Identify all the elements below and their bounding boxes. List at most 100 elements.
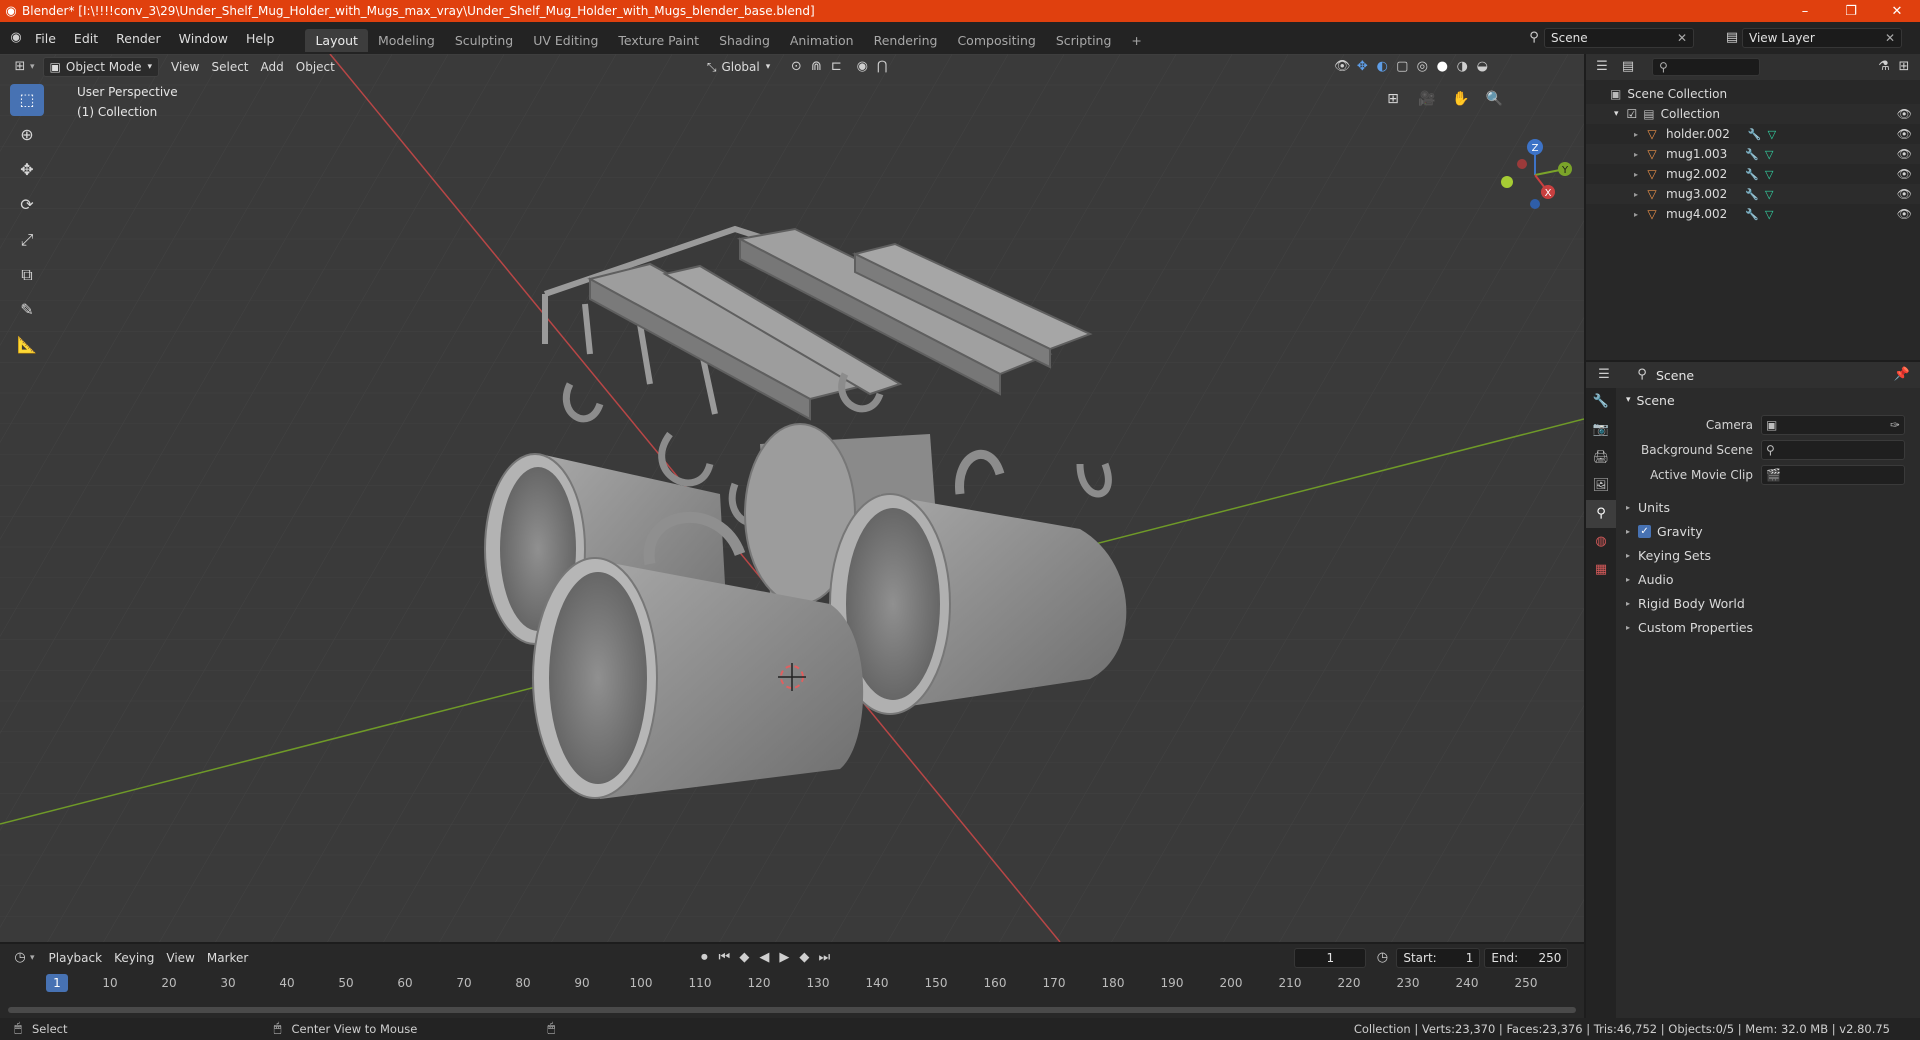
viewport-menu-view[interactable]: View <box>165 57 205 77</box>
shading-rendered-icon[interactable]: ◒ <box>1472 57 1492 77</box>
mesh-data-icon[interactable]: ▽ <box>1765 188 1773 201</box>
play-reverse-icon[interactable]: ◀ <box>754 948 774 968</box>
tab-shading[interactable]: Shading <box>709 29 780 52</box>
minimize-button[interactable]: – <box>1782 4 1828 19</box>
tool-settings-tab-icon[interactable]: 🔧 <box>1586 388 1616 416</box>
tab-uv-editing[interactable]: UV Editing <box>523 29 608 52</box>
menu-help[interactable]: Help <box>237 31 284 46</box>
outliner-item-mug2[interactable]: ▸ ▽ mug2.002 🔧 ▽ 👁 <box>1586 164 1920 184</box>
modifier-wrench-icon[interactable]: 🔧 <box>1745 208 1759 221</box>
tab-layout[interactable]: Layout <box>305 29 368 52</box>
gizmo-toggle-icon[interactable]: ✥ <box>1352 57 1372 77</box>
visibility-eye-icon[interactable]: 👁 <box>1897 207 1912 221</box>
camera-field[interactable]: ▣ ✑ <box>1761 414 1905 435</box>
expand-chevron-icon[interactable]: ▸ <box>1634 190 1638 199</box>
scene-tab-icon[interactable]: ⚲ <box>1586 500 1616 528</box>
viewport-menu-object[interactable]: Object <box>290 57 341 77</box>
new-collection-icon[interactable]: ⊞ <box>1894 57 1914 77</box>
timeline-menu-view[interactable]: View <box>160 948 200 968</box>
jump-start-icon[interactable]: ⏮ <box>714 948 734 968</box>
tab-sculpting[interactable]: Sculpting <box>445 29 523 52</box>
pan-hand-icon[interactable]: ✋ <box>1448 86 1474 112</box>
filter-icon[interactable]: ⚗ <box>1874 57 1894 77</box>
preview-range-icon[interactable]: ◷ <box>1372 948 1392 968</box>
expand-chevron-icon[interactable]: ▸ <box>1634 170 1638 179</box>
editor-type-chevron-icon[interactable]: ▾ <box>30 953 35 963</box>
visibility-eye-icon[interactable]: 👁 <box>1897 167 1912 181</box>
editor-type-chevron-icon[interactable]: ▾ <box>30 62 35 72</box>
visibility-eye-icon[interactable]: 👁 <box>1897 127 1912 141</box>
outliner-collection[interactable]: ▾ ☑ ▤ Collection 👁 <box>1586 104 1920 124</box>
gravity-checkbox[interactable]: ✓ <box>1638 524 1652 538</box>
falloff-icon[interactable]: ⋂ <box>872 57 892 77</box>
xray-icon[interactable]: ▢ <box>1392 57 1412 77</box>
modifier-wrench-icon[interactable]: 🔧 <box>1748 128 1762 141</box>
snap-icon[interactable]: ⋒ <box>806 57 826 77</box>
annotate-tool-icon[interactable]: ✎ <box>10 294 44 326</box>
zoom-icon[interactable]: 🔍 <box>1481 86 1507 112</box>
timeline-scrollbar[interactable] <box>8 1007 1576 1013</box>
output-tab-icon[interactable]: 🖨 <box>1586 444 1616 472</box>
outliner-item-mug4[interactable]: ▸ ▽ mug4.002 🔧 ▽ 👁 <box>1586 204 1920 224</box>
select-box-tool-icon[interactable]: ⬚ <box>10 84 44 116</box>
rotate-tool-icon[interactable]: ⟳ <box>10 189 44 221</box>
mesh-data-icon[interactable]: ▽ <box>1765 168 1773 181</box>
timeline-menu-playback[interactable]: Playback <box>43 948 109 968</box>
scene-close-icon[interactable]: ✕ <box>1677 31 1687 45</box>
viewport-menu-select[interactable]: Select <box>205 57 254 77</box>
overlay-toggle-icon[interactable]: ◐ <box>1372 57 1392 77</box>
pivot-point-icon[interactable]: ⊙ <box>786 57 806 77</box>
visibility-icon[interactable]: 👁 <box>1332 57 1352 77</box>
timeline-ruler[interactable]: 1 10 20 30 40 50 60 70 80 90 100 110 120 130 140 150 160… <box>0 972 1584 994</box>
3d-viewport[interactable]: Z Y X ⊞ ▾ ▣ Object Mode ▾ View Select Ad… <box>0 54 1584 942</box>
tab-texture-paint[interactable]: Texture Paint <box>608 29 709 52</box>
viewport-menu-add[interactable]: Add <box>255 57 290 77</box>
active-movie-clip-field[interactable]: 🎬 <box>1761 464 1905 485</box>
timeline-menu-keying[interactable]: Keying <box>108 948 160 968</box>
transform-tool-icon[interactable]: ⧉ <box>10 259 44 291</box>
transform-orientation-selector[interactable]: ⤡ Global ▾ <box>701 57 776 77</box>
properties-editor-icon[interactable]: ☰ <box>1594 365 1614 385</box>
modifier-wrench-icon[interactable]: 🔧 <box>1745 168 1759 181</box>
expand-chevron-icon[interactable]: ▸ <box>1634 150 1638 159</box>
units-panel-header[interactable]: ▸ Units <box>1618 495 1920 519</box>
scene-selector[interactable]: Scene ✕ <box>1544 28 1694 48</box>
add-workspace-button[interactable]: + <box>1121 29 1151 52</box>
expand-chevron-icon[interactable]: ▸ <box>1634 210 1638 219</box>
audio-panel-header[interactable]: ▸ Audio <box>1618 567 1920 591</box>
tab-compositing[interactable]: Compositing <box>947 29 1045 52</box>
view-layer-selector[interactable]: View Layer ✕ <box>1742 28 1902 48</box>
close-button[interactable]: ✕ <box>1874 4 1920 19</box>
grid-toggle-icon[interactable]: ⊞ <box>1380 86 1406 112</box>
menu-edit[interactable]: Edit <box>65 31 107 46</box>
keying-sets-panel-header[interactable]: ▸ Keying Sets <box>1618 543 1920 567</box>
measure-tool-icon[interactable]: 📐 <box>10 329 44 361</box>
camera-view-icon[interactable]: 🎥 <box>1414 86 1440 112</box>
visibility-eye-icon[interactable]: 👁 <box>1897 107 1912 121</box>
maximize-button[interactable]: ❐ <box>1828 4 1874 19</box>
snap-target-icon[interactable]: ⊏ <box>826 57 846 77</box>
cursor-tool-icon[interactable]: ⊕ <box>10 119 44 151</box>
pin-icon[interactable]: 📌 <box>1892 365 1912 385</box>
shading-material-icon[interactable]: ◑ <box>1452 57 1472 77</box>
expand-chevron-icon[interactable]: ▾ <box>1614 109 1619 119</box>
shading-solid-icon[interactable]: ● <box>1432 57 1452 77</box>
scene-panel-header[interactable]: ▾ Scene <box>1618 388 1920 412</box>
gravity-panel-header[interactable]: ▸ ✓ Gravity <box>1618 519 1920 543</box>
menu-render[interactable]: Render <box>107 31 170 46</box>
modifier-wrench-icon[interactable]: 🔧 <box>1745 188 1759 201</box>
view-layer-close-icon[interactable]: ✕ <box>1885 31 1895 45</box>
jump-end-icon[interactable]: ⏭ <box>814 948 834 968</box>
shading-wireframe-icon[interactable]: ◎ <box>1412 57 1432 77</box>
collection-checkbox[interactable]: ☑ <box>1627 107 1638 121</box>
expand-chevron-icon[interactable]: ▸ <box>1634 130 1638 139</box>
end-frame-field[interactable]: End: 250 <box>1484 948 1569 968</box>
editor-type-icon[interactable]: ⊞ <box>10 57 30 77</box>
eyedropper-icon[interactable]: ✑ <box>1890 416 1900 434</box>
record-icon[interactable]: ⏺ <box>694 948 714 968</box>
proportional-edit-icon[interactable]: ◉ <box>852 57 872 77</box>
view-layer-tab-icon[interactable]: 🖼 <box>1586 472 1616 500</box>
timeline-menu-marker[interactable]: Marker <box>201 948 254 968</box>
rigid-body-world-panel-header[interactable]: ▸ Rigid Body World <box>1618 591 1920 615</box>
move-tool-icon[interactable]: ✥ <box>10 154 44 186</box>
